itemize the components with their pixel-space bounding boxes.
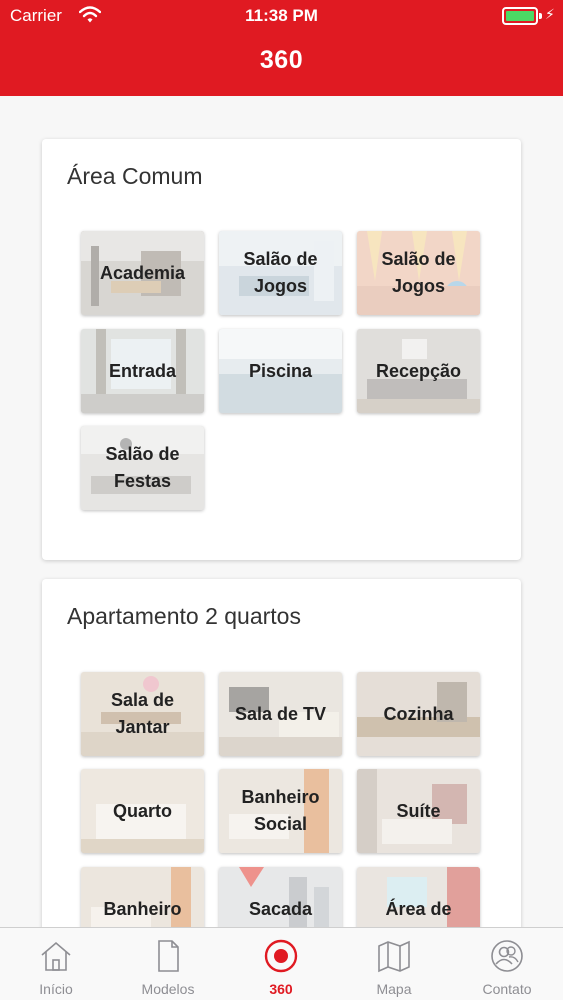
tile-label: Recepção xyxy=(375,360,462,381)
tile-label: Suíte xyxy=(396,800,441,821)
tile-label: Banheiro Social xyxy=(241,787,320,834)
document-icon xyxy=(158,940,179,972)
section-apartamento-2-quartos: Apartamento 2 quartos Sala de Jantar Sal… xyxy=(42,579,521,928)
tab-modelos[interactable]: Modelos xyxy=(112,928,224,1000)
tile-area-de-servico[interactable]: Área de xyxy=(357,867,480,928)
battery-icon xyxy=(502,7,542,25)
tile-label: Salão de Jogos xyxy=(381,249,456,296)
tile-label: Área de xyxy=(385,898,452,919)
map-icon xyxy=(378,940,410,973)
tile-piscina[interactable]: Piscina xyxy=(219,329,342,413)
tile-sacada[interactable]: Sacada xyxy=(219,867,342,928)
tile-sala-de-tv[interactable]: Sala de TV xyxy=(219,672,342,756)
section-title: Apartamento 2 quartos xyxy=(67,603,301,629)
tile-cozinha[interactable]: Cozinha xyxy=(357,672,480,756)
tab-inicio[interactable]: Início xyxy=(0,928,112,1000)
clock: 11:38 PM xyxy=(245,6,318,25)
app-header: Carrier 11:38 PM ⚡ 360 xyxy=(0,0,563,96)
tab-label: Mapa xyxy=(376,981,412,997)
tile-quarto[interactable]: Quarto xyxy=(81,769,204,853)
tab-label: Contato xyxy=(482,981,532,997)
section-title: Área Comum xyxy=(67,163,203,189)
home-icon xyxy=(41,941,71,971)
tile-banheiro-social[interactable]: Banheiro Social xyxy=(219,769,342,853)
tile-label: Sala de Jantar xyxy=(110,690,175,737)
contacts-icon xyxy=(491,940,523,972)
tile-recepcao[interactable]: Recepção xyxy=(357,329,480,413)
tab-label: Modelos xyxy=(141,981,195,997)
tile-suite[interactable]: Suíte xyxy=(357,769,480,853)
tile-label: Quarto xyxy=(112,800,172,821)
tab-bar: Início Modelos 360 Mapa Contato xyxy=(0,927,563,1000)
tile-label: Sala de TV xyxy=(234,703,327,724)
tab-contato[interactable]: Contato xyxy=(451,928,563,1000)
content-scroll[interactable]: Área Comum Academia Salão de Jogos Salão… xyxy=(0,96,563,928)
360-record-icon xyxy=(264,939,298,973)
section-area-comum: Área Comum Academia Salão de Jogos Salão… xyxy=(42,139,521,560)
tile-entrada[interactable]: Entrada xyxy=(81,329,204,413)
tile-salao-de-jogos-2[interactable]: Salão de Jogos xyxy=(357,231,480,315)
tile-label: Cozinha xyxy=(383,703,454,724)
charging-icon: ⚡ xyxy=(545,6,555,22)
tab-label: Início xyxy=(39,981,73,997)
tile-label: Salão de Jogos xyxy=(243,249,318,296)
tile-label: Entrada xyxy=(108,360,177,381)
tile-sala-de-jantar[interactable]: Sala de Jantar xyxy=(81,672,204,756)
tile-label: Piscina xyxy=(248,360,313,381)
page-title: 360 xyxy=(259,46,304,74)
tab-360[interactable]: 360 xyxy=(225,928,337,1000)
tile-salao-de-festas[interactable]: Salão de Festas xyxy=(81,426,204,510)
tile-label: Academia xyxy=(99,262,186,283)
tile-academia[interactable]: Academia xyxy=(81,231,204,315)
tile-banheiro[interactable]: Banheiro xyxy=(81,867,204,928)
tile-label: Sacada xyxy=(248,898,313,919)
tile-label: Banheiro xyxy=(103,898,182,919)
tile-salao-de-jogos[interactable]: Salão de Jogos xyxy=(219,231,342,315)
tab-label: 360 xyxy=(269,981,293,997)
tab-mapa[interactable]: Mapa xyxy=(338,928,450,1000)
status-bar: Carrier 11:38 PM ⚡ xyxy=(0,0,563,32)
tile-label: Salão de Festas xyxy=(105,444,180,491)
